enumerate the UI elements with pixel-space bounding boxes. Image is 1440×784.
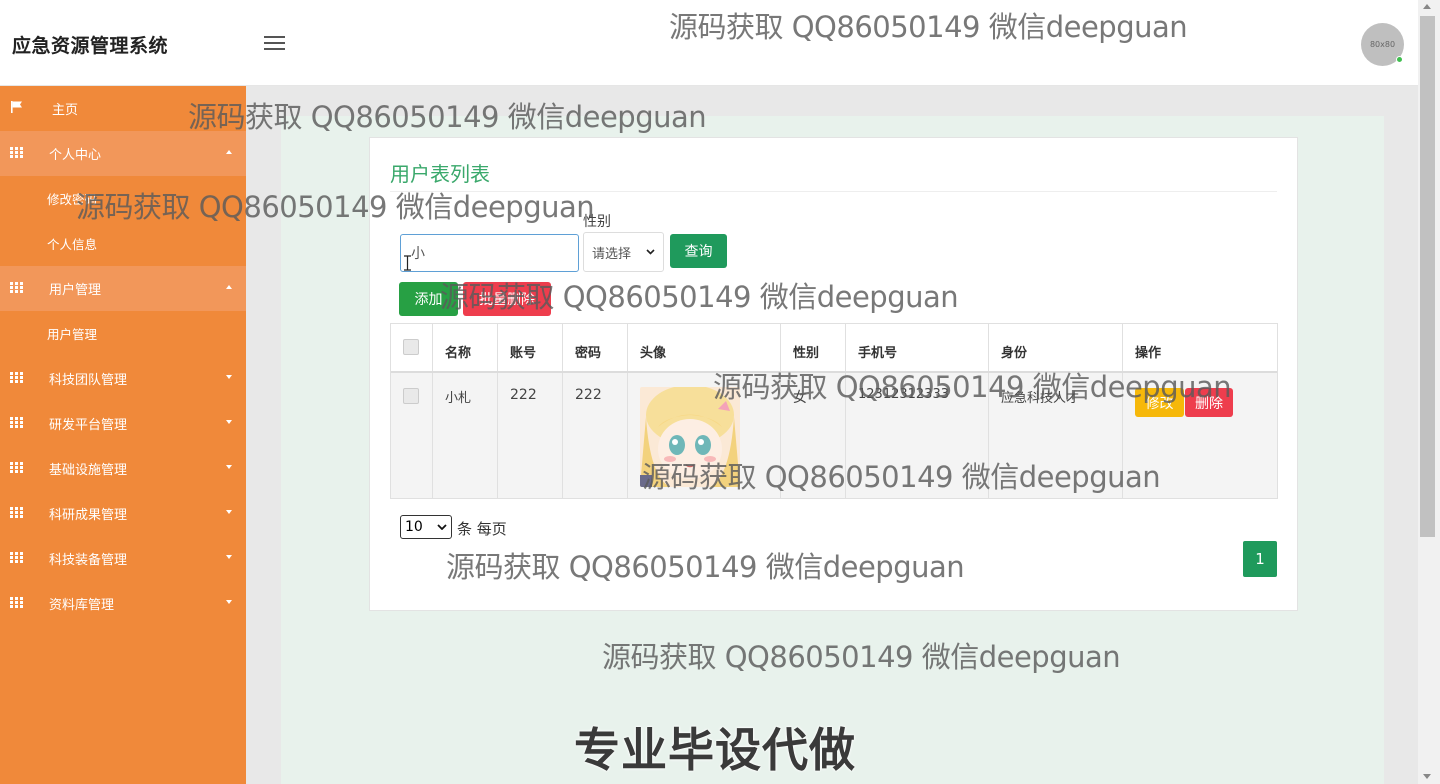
sidebar-item-personal-info[interactable]: 个人信息 [0, 221, 246, 266]
row-checkbox[interactable] [403, 388, 419, 404]
page-size-select[interactable]: 10 [400, 515, 452, 539]
flag-icon [11, 101, 22, 113]
sidebar-group-label: 科技装备管理 [49, 553, 128, 568]
cell-avatar [628, 373, 781, 498]
table-row: 小札 222 222 女 12312312333 应急科技人才 修改 删除 [391, 373, 1277, 498]
sidebar-group-tech-equipment[interactable]: 科技装备管理 [0, 536, 246, 581]
page-size-label: 条 每页 [457, 520, 507, 538]
vertical-scrollbar[interactable] [1418, 0, 1440, 784]
promo-text: 专业毕设代做 [574, 723, 856, 777]
select-all-cell [391, 324, 433, 371]
sidebar-group-label: 科研成果管理 [49, 508, 128, 523]
sidebar-group-label: 个人中心 [49, 148, 102, 163]
top-header: 应急资源管理系统 [0, 0, 1418, 86]
cell-password: 222 [563, 373, 628, 498]
column-header-account[interactable]: 账号 [498, 324, 563, 371]
sidebar-group-label: 研发平台管理 [49, 418, 128, 433]
cell-phone: 12312312333 [846, 373, 989, 498]
caret-down-icon [226, 375, 232, 379]
column-header-password[interactable]: 密码 [563, 324, 628, 371]
table-header-row: 名称 账号 密码 头像 性别 手机号 身份 操作 [391, 324, 1277, 373]
caret-up-icon [226, 150, 232, 154]
edit-button[interactable]: 修改 [1135, 388, 1184, 417]
cell-gender: 女 [781, 373, 846, 498]
sidebar-group-label: 基础设施管理 [49, 463, 128, 478]
app-title: 应急资源管理系统 [12, 35, 169, 57]
batch-delete-button[interactable]: 批量删除 [463, 282, 551, 316]
sidebar-group-label: 资料库管理 [49, 598, 115, 613]
column-header-gender[interactable]: 性别 [781, 324, 846, 371]
column-header-identity[interactable]: 身份 [989, 324, 1123, 371]
cell-actions: 修改 删除 [1123, 373, 1277, 498]
grid-icon [10, 372, 23, 383]
sidebar-group-label: 科技团队管理 [49, 373, 128, 388]
cell-identity: 应急科技人才 [989, 373, 1123, 498]
text-cursor-icon [404, 255, 411, 271]
page-size-value: 10 [405, 519, 423, 535]
name-search-input[interactable] [400, 234, 579, 272]
grid-icon [10, 147, 23, 158]
select-all-checkbox[interactable] [403, 339, 419, 355]
sidebar-group-rd-platform[interactable]: 研发平台管理 [0, 401, 246, 446]
sidebar-group-personal-center[interactable]: 个人中心 [0, 131, 246, 176]
caret-down-icon [226, 465, 232, 469]
cell-name: 小札 [433, 373, 498, 498]
column-header-actions: 操作 [1135, 346, 1162, 361]
delete-button[interactable]: 删除 [1185, 388, 1233, 417]
scroll-up-arrow-icon[interactable] [1423, 4, 1431, 9]
grid-icon [10, 507, 23, 518]
caret-down-icon [226, 420, 232, 424]
search-button[interactable]: 查询 [670, 234, 727, 268]
sidebar-group-research-results[interactable]: 科研成果管理 [0, 491, 246, 536]
grid-icon [10, 417, 23, 428]
user-table: 名称 账号 密码 头像 性别 手机号 身份 操作 小札 222 222 女 12… [390, 323, 1278, 499]
gender-label: 性别 [583, 214, 611, 230]
chevron-down-icon [646, 249, 655, 255]
page-title: 用户表列表 [390, 162, 490, 186]
caret-down-icon [226, 555, 232, 559]
sidebar-group-tech-team[interactable]: 科技团队管理 [0, 356, 246, 401]
grid-icon [10, 552, 23, 563]
gender-select-value: 请选择 [592, 246, 632, 262]
online-status-dot [1396, 56, 1403, 63]
add-button[interactable]: 添加 [399, 282, 458, 316]
sidebar-item-home[interactable]: 主页 [0, 86, 246, 131]
caret-up-icon [226, 285, 232, 289]
grid-icon [10, 282, 23, 293]
menu-toggle-icon[interactable] [264, 36, 285, 52]
sidebar-item-change-password[interactable]: 修改密码 [0, 176, 246, 221]
caret-down-icon [226, 510, 232, 514]
cell-account: 222 [498, 373, 563, 498]
grid-icon [10, 597, 23, 608]
page-button-current[interactable]: 1 [1243, 541, 1277, 577]
sidebar: 主页 个人中心 修改密码 个人信息 用户管理 用户管理 科技团队管理 研发平台管… [0, 86, 246, 784]
column-header-name[interactable]: 名称 [433, 324, 498, 371]
column-header-avatar[interactable]: 头像 [628, 324, 781, 371]
sidebar-group-user-management[interactable]: 用户管理 [0, 266, 246, 311]
grid-icon [10, 462, 23, 473]
scroll-down-arrow-icon[interactable] [1423, 774, 1431, 779]
title-divider [390, 191, 1277, 192]
gender-select[interactable]: 请选择 [583, 232, 664, 272]
row-select-cell [391, 373, 433, 498]
chevron-down-icon [437, 524, 447, 530]
sidebar-item-user-management[interactable]: 用户管理 [0, 311, 246, 356]
sidebar-group-label: 用户管理 [49, 283, 102, 298]
user-list-card: 用户表列表 性别 请选择 查询 添加 批量删除 名称 账号 密码 头像 性别 手… [369, 137, 1298, 611]
sidebar-item-label: 主页 [52, 103, 79, 118]
scrollbar-thumb[interactable] [1420, 16, 1435, 537]
caret-down-icon [226, 600, 232, 604]
column-header-phone[interactable]: 手机号 [846, 324, 989, 371]
user-avatar-image [640, 387, 740, 487]
sidebar-group-library[interactable]: 资料库管理 [0, 581, 246, 626]
sidebar-group-infrastructure[interactable]: 基础设施管理 [0, 446, 246, 491]
